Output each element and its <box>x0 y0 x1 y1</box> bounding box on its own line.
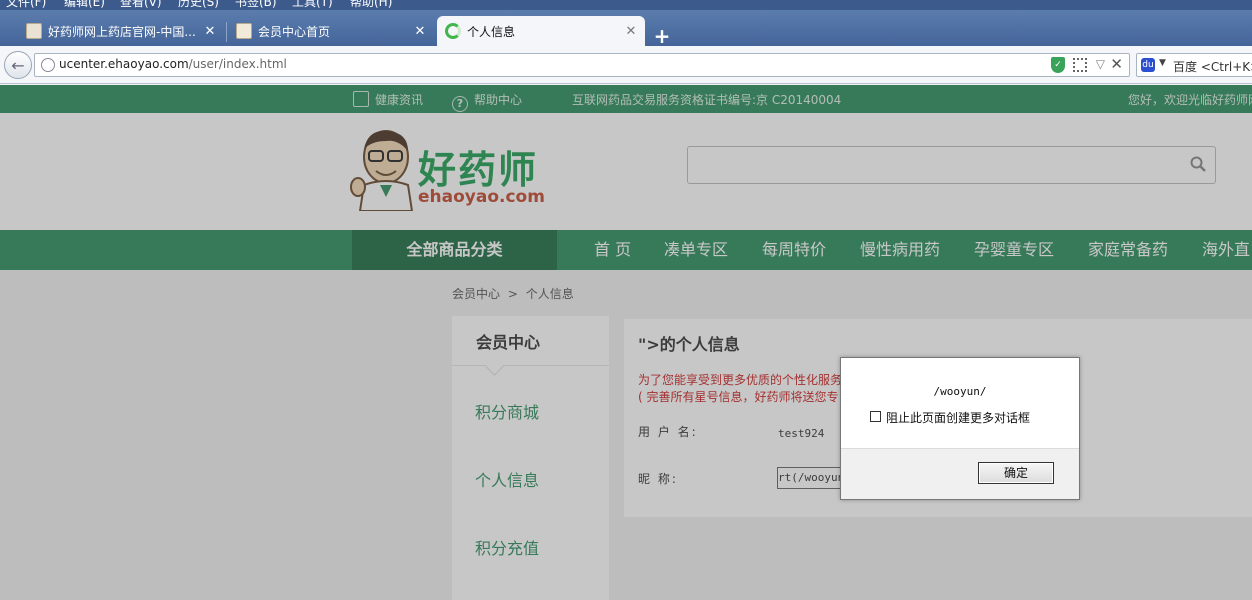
close-icon[interactable]: ✕ <box>414 24 426 39</box>
ok-button[interactable]: 确定 <box>978 462 1054 484</box>
suppress-dialogs-label[interactable]: 阻止此页面创建更多对话框 <box>886 409 1030 426</box>
address-bar[interactable]: ucenter.ehaoyao.com/user/index.html ✓ ▽ … <box>34 53 1130 77</box>
mascot-favicon-icon <box>26 23 42 39</box>
loading-spinner-icon <box>445 23 461 39</box>
tab-title: 会员中心首页 <box>258 24 331 39</box>
close-icon[interactable]: ✕ <box>204 24 216 39</box>
tab-separator <box>226 22 227 42</box>
tab-personal-info[interactable]: 个人信息 ✕ <box>437 16 645 46</box>
shield-icon[interactable]: ✓ <box>1051 57 1065 73</box>
suppress-dialogs-checkbox[interactable] <box>870 411 881 422</box>
menu-help[interactable]: 帮助(H) <box>350 0 392 9</box>
tab-member-center[interactable]: 会员中心首页 ✕ <box>228 16 434 46</box>
tab-ehaoyao-home[interactable]: 好药师网上药店官网-中国... ✕ <box>18 16 224 46</box>
stop-icon[interactable]: ✕ <box>1110 55 1123 73</box>
menu-edit[interactable]: 编辑(E) <box>64 0 105 9</box>
back-button[interactable]: ← <box>4 51 32 79</box>
tab-title: 好药师网上药店官网-中国... <box>48 24 196 39</box>
tab-title: 个人信息 <box>467 24 516 39</box>
dropdown-triangle-icon[interactable]: ▽ <box>1096 57 1105 71</box>
menu-file[interactable]: 文件(F) <box>6 0 46 9</box>
close-icon[interactable]: ✕ <box>625 24 637 39</box>
alert-body: /wooyun/ 阻止此页面创建更多对话框 <box>841 358 1079 448</box>
address-url: ucenter.ehaoyao.com/user/index.html <box>59 57 287 71</box>
menu-bookmarks[interactable]: 书签(B) <box>235 0 277 9</box>
search-engine-placeholder: 百度 <Ctrl+K> <box>1173 60 1252 74</box>
tab-strip: 好药师网上药店官网-中国... ✕ 会员中心首页 ✕ 个人信息 ✕ + <box>0 10 1252 46</box>
qr-code-icon[interactable] <box>1073 58 1087 72</box>
browser-search-box[interactable]: du ▼ 百度 <Ctrl+K> <box>1136 53 1252 77</box>
mascot-favicon-icon <box>236 23 252 39</box>
alert-message: /wooyun/ <box>933 385 987 398</box>
alert-footer: 确定 <box>841 448 1079 499</box>
browser-navbar: ← ucenter.ehaoyao.com/user/index.html ✓ … <box>0 46 1252 84</box>
browser-menubar: 文件(F) 编辑(E) 查看(V) 历史(S) 书签(B) 工具(T) 帮助(H… <box>0 0 1252 10</box>
menu-view[interactable]: 查看(V) <box>120 0 162 9</box>
url-path: /user/index.html <box>188 57 287 71</box>
modal-overlay <box>0 85 1252 600</box>
menu-history[interactable]: 历史(S) <box>178 0 219 9</box>
chevron-down-icon[interactable]: ▼ <box>1159 58 1166 68</box>
arrow-left-icon: ← <box>11 55 25 75</box>
new-tab-button[interactable]: + <box>652 26 672 47</box>
url-host: ucenter.ehaoyao.com <box>59 57 189 71</box>
globe-icon <box>41 58 55 72</box>
alert-dialog: /wooyun/ 阻止此页面创建更多对话框 确定 <box>840 357 1080 500</box>
menu-tools[interactable]: 工具(T) <box>292 0 333 9</box>
baidu-paw-icon[interactable]: du <box>1141 58 1155 72</box>
